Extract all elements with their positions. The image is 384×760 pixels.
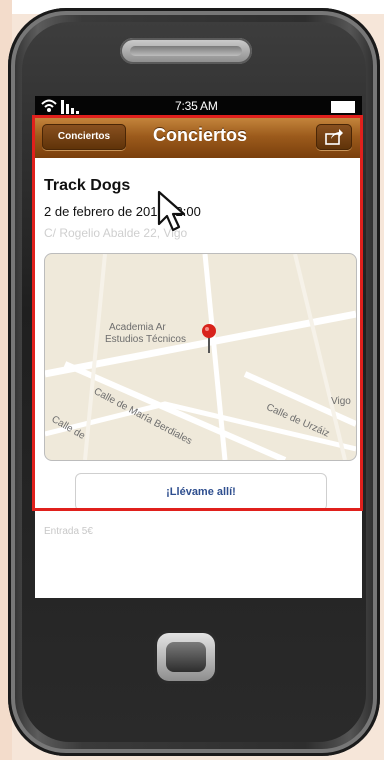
battery-icon [331, 101, 355, 113]
map-label-vigo: Vigo [331, 396, 351, 407]
phone-speaker [120, 38, 252, 64]
entry-price: Entrada 5€ [44, 526, 93, 537]
back-button[interactable]: Conciertos [42, 124, 126, 150]
home-button[interactable] [157, 633, 215, 681]
share-button[interactable] [316, 124, 352, 150]
phone-screen: 7:35 AM Conciertos Conciertos Track Dogs… [35, 96, 362, 598]
mouse-cursor-icon [157, 190, 186, 232]
home-button-inner [166, 642, 206, 672]
navigation-bar: Conciertos Conciertos [35, 116, 362, 158]
map-pin-icon[interactable] [201, 324, 217, 354]
map-label-academy-2: Estudios Técnicos [105, 334, 186, 345]
map-label-academy-1: Academia Ar [109, 322, 166, 333]
directions-button[interactable]: ¡Llévame allí! [75, 473, 327, 511]
event-title: Track Dogs [44, 177, 131, 194]
status-bar: 7:35 AM [35, 96, 362, 116]
wifi-icon [41, 99, 57, 112]
page-title: Conciertos [152, 125, 248, 145]
speaker-grille [130, 46, 242, 56]
signal-icon [61, 100, 79, 114]
status-time: 7:35 AM [175, 99, 218, 113]
share-icon [325, 129, 343, 145]
location-map[interactable]: Academia Ar Estudios Técnicos Calle de M… [44, 253, 357, 461]
